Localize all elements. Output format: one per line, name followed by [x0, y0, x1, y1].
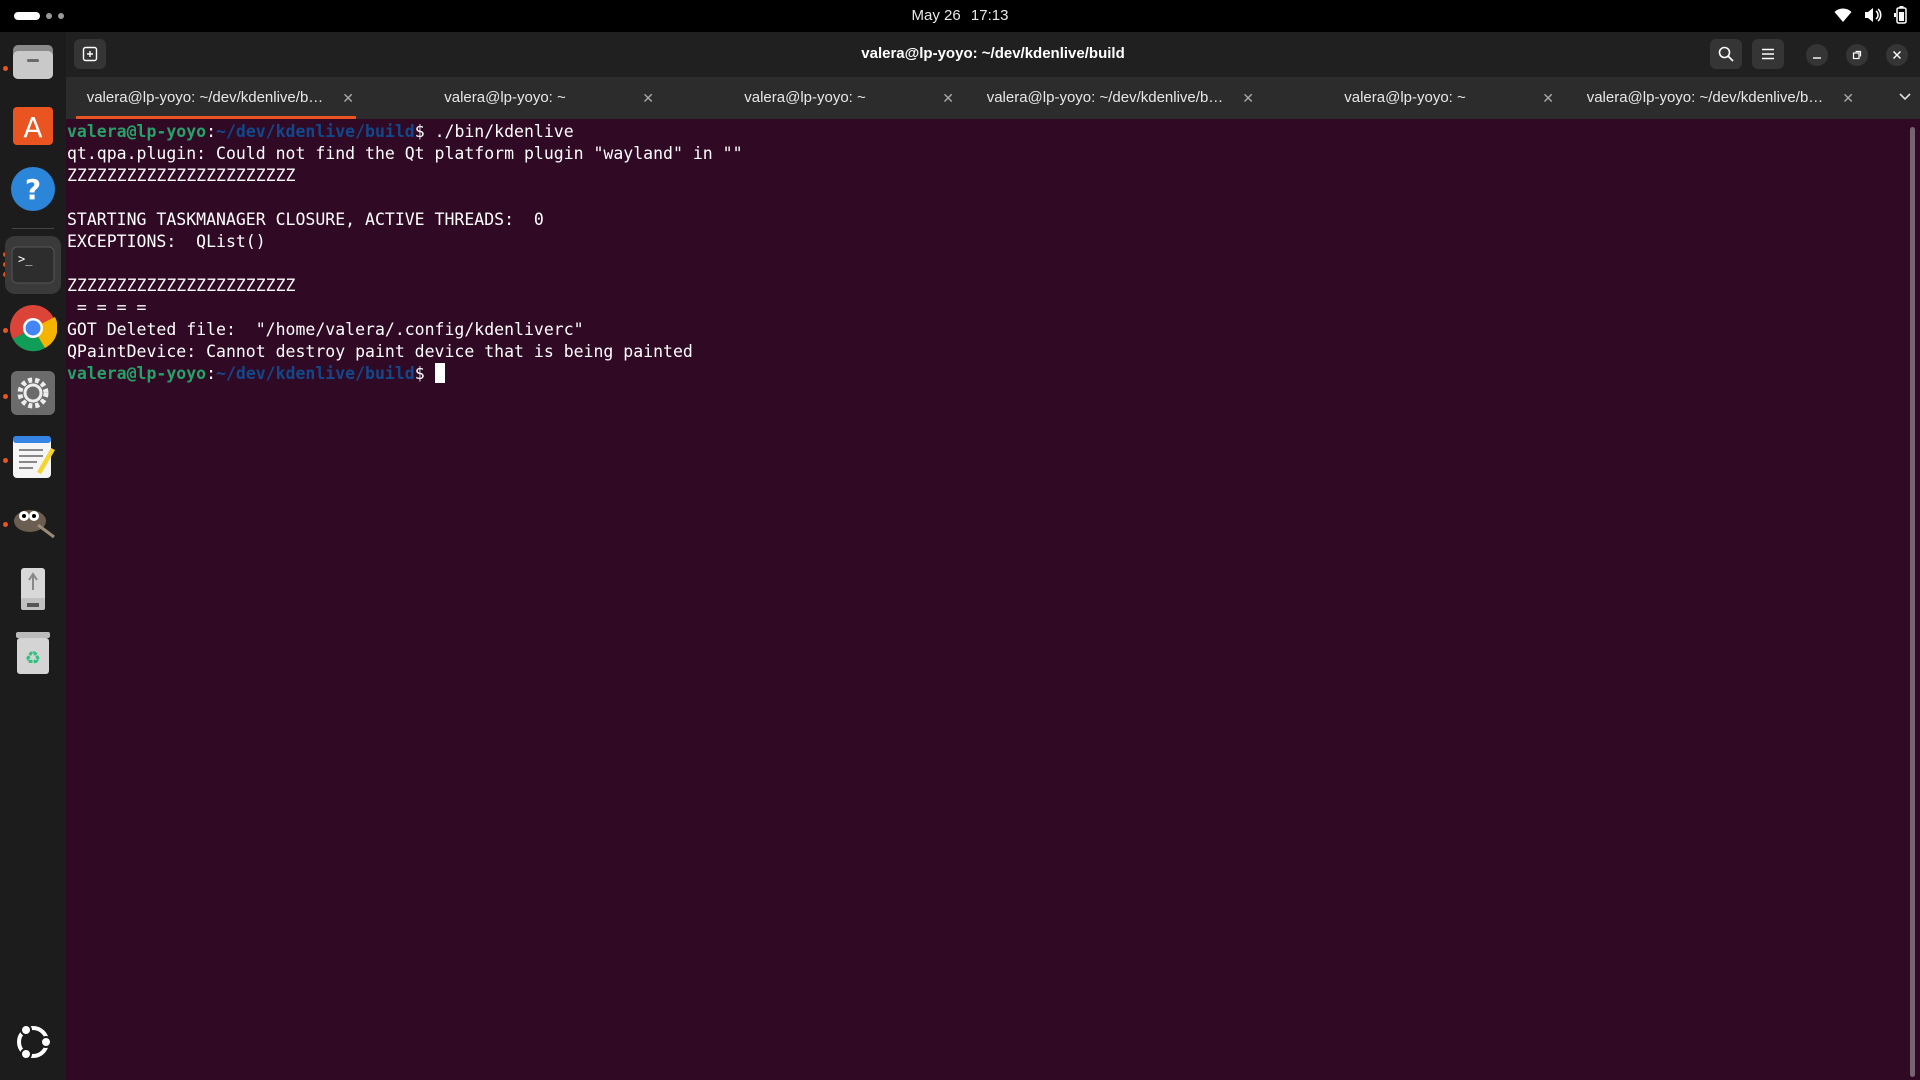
text-cursor — [434, 363, 445, 383]
tab-label: valera@lp-yoyo: ~/dev/kdenlive/b… — [1586, 89, 1824, 106]
tab[interactable]: valera@lp-yoyo: ~ ✕ — [666, 77, 966, 119]
close-icon — [1893, 51, 1901, 59]
tab[interactable]: valera@lp-yoyo: ~/dev/kdenlive/b… ✕ — [66, 77, 366, 119]
prompt-dollar: $ — [414, 122, 425, 141]
tab[interactable]: valera@lp-yoyo: ~ ✕ — [1266, 77, 1566, 119]
clock[interactable]: May 26 17:13 — [0, 7, 1920, 24]
scrollbar[interactable] — [1910, 127, 1915, 1077]
tab-label: valera@lp-yoyo: ~/dev/kdenlive/b… — [86, 89, 324, 106]
tab-close-icon[interactable]: ✕ — [1242, 90, 1254, 107]
dock: A ? >_ ♻ — [0, 32, 66, 1080]
settings-icon[interactable] — [8, 368, 58, 418]
tab-label: valera@lp-yoyo: ~/dev/kdenlive/b… — [986, 89, 1224, 106]
app-center-icon[interactable]: A — [8, 100, 58, 150]
menu-button[interactable] — [1752, 39, 1784, 69]
svg-text:>_: >_ — [18, 252, 33, 266]
tab[interactable]: valera@lp-yoyo: ~ ✕ — [366, 77, 666, 119]
battery-icon[interactable] — [1894, 6, 1908, 24]
terminal-line: valera@lp-yoyo:~/dev/kdenlive/build$ ./b… — [67, 121, 574, 143]
restore-button[interactable] — [1846, 44, 1868, 66]
top-bar: May 26 17:13 — [0, 0, 1920, 32]
svg-text:A: A — [23, 111, 42, 144]
tab-close-icon[interactable]: ✕ — [642, 90, 654, 107]
trash-icon[interactable]: ♻ — [8, 628, 58, 678]
prompt-dollar: $ — [414, 364, 425, 383]
tab[interactable]: valera@lp-yoyo: ~/dev/kdenlive/b… ✕ — [1566, 77, 1866, 119]
volume-icon[interactable] — [1864, 7, 1882, 23]
prompt-user: valera@lp-yoyo — [67, 364, 207, 383]
active-tab-indicator — [76, 116, 356, 119]
usb-drive-icon[interactable] — [8, 564, 58, 614]
window-title: valera@lp-yoyo: ~/dev/kdenlive/build — [861, 45, 1125, 62]
tab-close-icon[interactable]: ✕ — [1542, 90, 1554, 107]
tab-overflow-button[interactable] — [1898, 89, 1912, 108]
tab-close-icon[interactable]: ✕ — [942, 90, 954, 107]
terminal-output-line: = = = = — [67, 298, 147, 317]
tab-label: valera@lp-yoyo: ~ — [744, 89, 866, 106]
terminal-content[interactable]: valera@lp-yoyo:~/dev/kdenlive/build$ ./b… — [66, 121, 1906, 1080]
dock-separator — [12, 228, 54, 229]
tab[interactable]: valera@lp-yoyo: ~/dev/kdenlive/b… ✕ — [966, 77, 1266, 119]
clock-date: May 26 — [911, 7, 961, 24]
minimize-button[interactable] — [1806, 44, 1828, 66]
search-button[interactable] — [1710, 39, 1742, 69]
terminal-output-line: ZZZZZZZZZZZZZZZZZZZZZZZ — [67, 166, 296, 185]
prompt-separator: : — [206, 364, 217, 383]
prompt-user: valera@lp-yoyo — [67, 122, 207, 141]
tab-bar: valera@lp-yoyo: ~/dev/kdenlive/b… ✕ vale… — [66, 77, 1920, 119]
close-button[interactable] — [1886, 44, 1908, 66]
clock-time: 17:13 — [970, 7, 1009, 24]
terminal-window: valera@lp-yoyo: ~/dev/kdenlive/build val… — [66, 32, 1920, 1080]
svg-text:♻: ♻ — [25, 648, 41, 669]
command-text: ./bin/kdenlive — [424, 122, 574, 141]
header-bar: valera@lp-yoyo: ~/dev/kdenlive/build — [66, 32, 1920, 77]
terminal-output-line: QPaintDevice: Cannot destroy paint devic… — [67, 342, 693, 361]
terminal-output-line: STARTING TASKMANAGER CLOSURE, ACTIVE THR… — [67, 210, 544, 229]
system-tray[interactable] — [1834, 6, 1908, 24]
svg-text:?: ? — [25, 173, 41, 206]
search-icon — [1718, 46, 1734, 62]
tab-close-icon[interactable]: ✕ — [342, 90, 354, 107]
files-icon[interactable] — [8, 36, 58, 86]
tab-label: valera@lp-yoyo: ~ — [444, 89, 566, 106]
chrome-icon[interactable] — [8, 303, 58, 353]
show-apps-icon[interactable] — [8, 1017, 58, 1067]
prompt-path: ~/dev/kdenlive/build — [216, 122, 415, 141]
terminal-line: valera@lp-yoyo:~/dev/kdenlive/build$ — [67, 363, 445, 385]
terminal-output-line: ZZZZZZZZZZZZZZZZZZZZZZZ — [67, 276, 296, 295]
hamburger-icon — [1762, 48, 1774, 60]
prompt-separator: : — [206, 122, 217, 141]
terminal-icon[interactable]: >_ — [5, 236, 61, 294]
gimp-icon[interactable] — [8, 496, 58, 546]
terminal-output-line: EXCEPTIONS: QList() — [67, 232, 266, 251]
tab-label: valera@lp-yoyo: ~ — [1344, 89, 1466, 106]
wifi-icon[interactable] — [1834, 7, 1852, 23]
prompt-path: ~/dev/kdenlive/build — [216, 364, 415, 383]
text-editor-icon[interactable] — [8, 432, 58, 482]
terminal-output-line: qt.qpa.plugin: Could not find the Qt pla… — [67, 144, 743, 163]
tab-close-icon[interactable]: ✕ — [1842, 90, 1854, 107]
restore-icon — [1852, 50, 1862, 60]
terminal-output-line: GOT Deleted file: "/home/valera/.config/… — [67, 320, 584, 339]
help-icon[interactable]: ? — [8, 164, 58, 214]
minimize-icon — [1813, 57, 1821, 59]
chevron-down-icon — [1899, 93, 1911, 101]
